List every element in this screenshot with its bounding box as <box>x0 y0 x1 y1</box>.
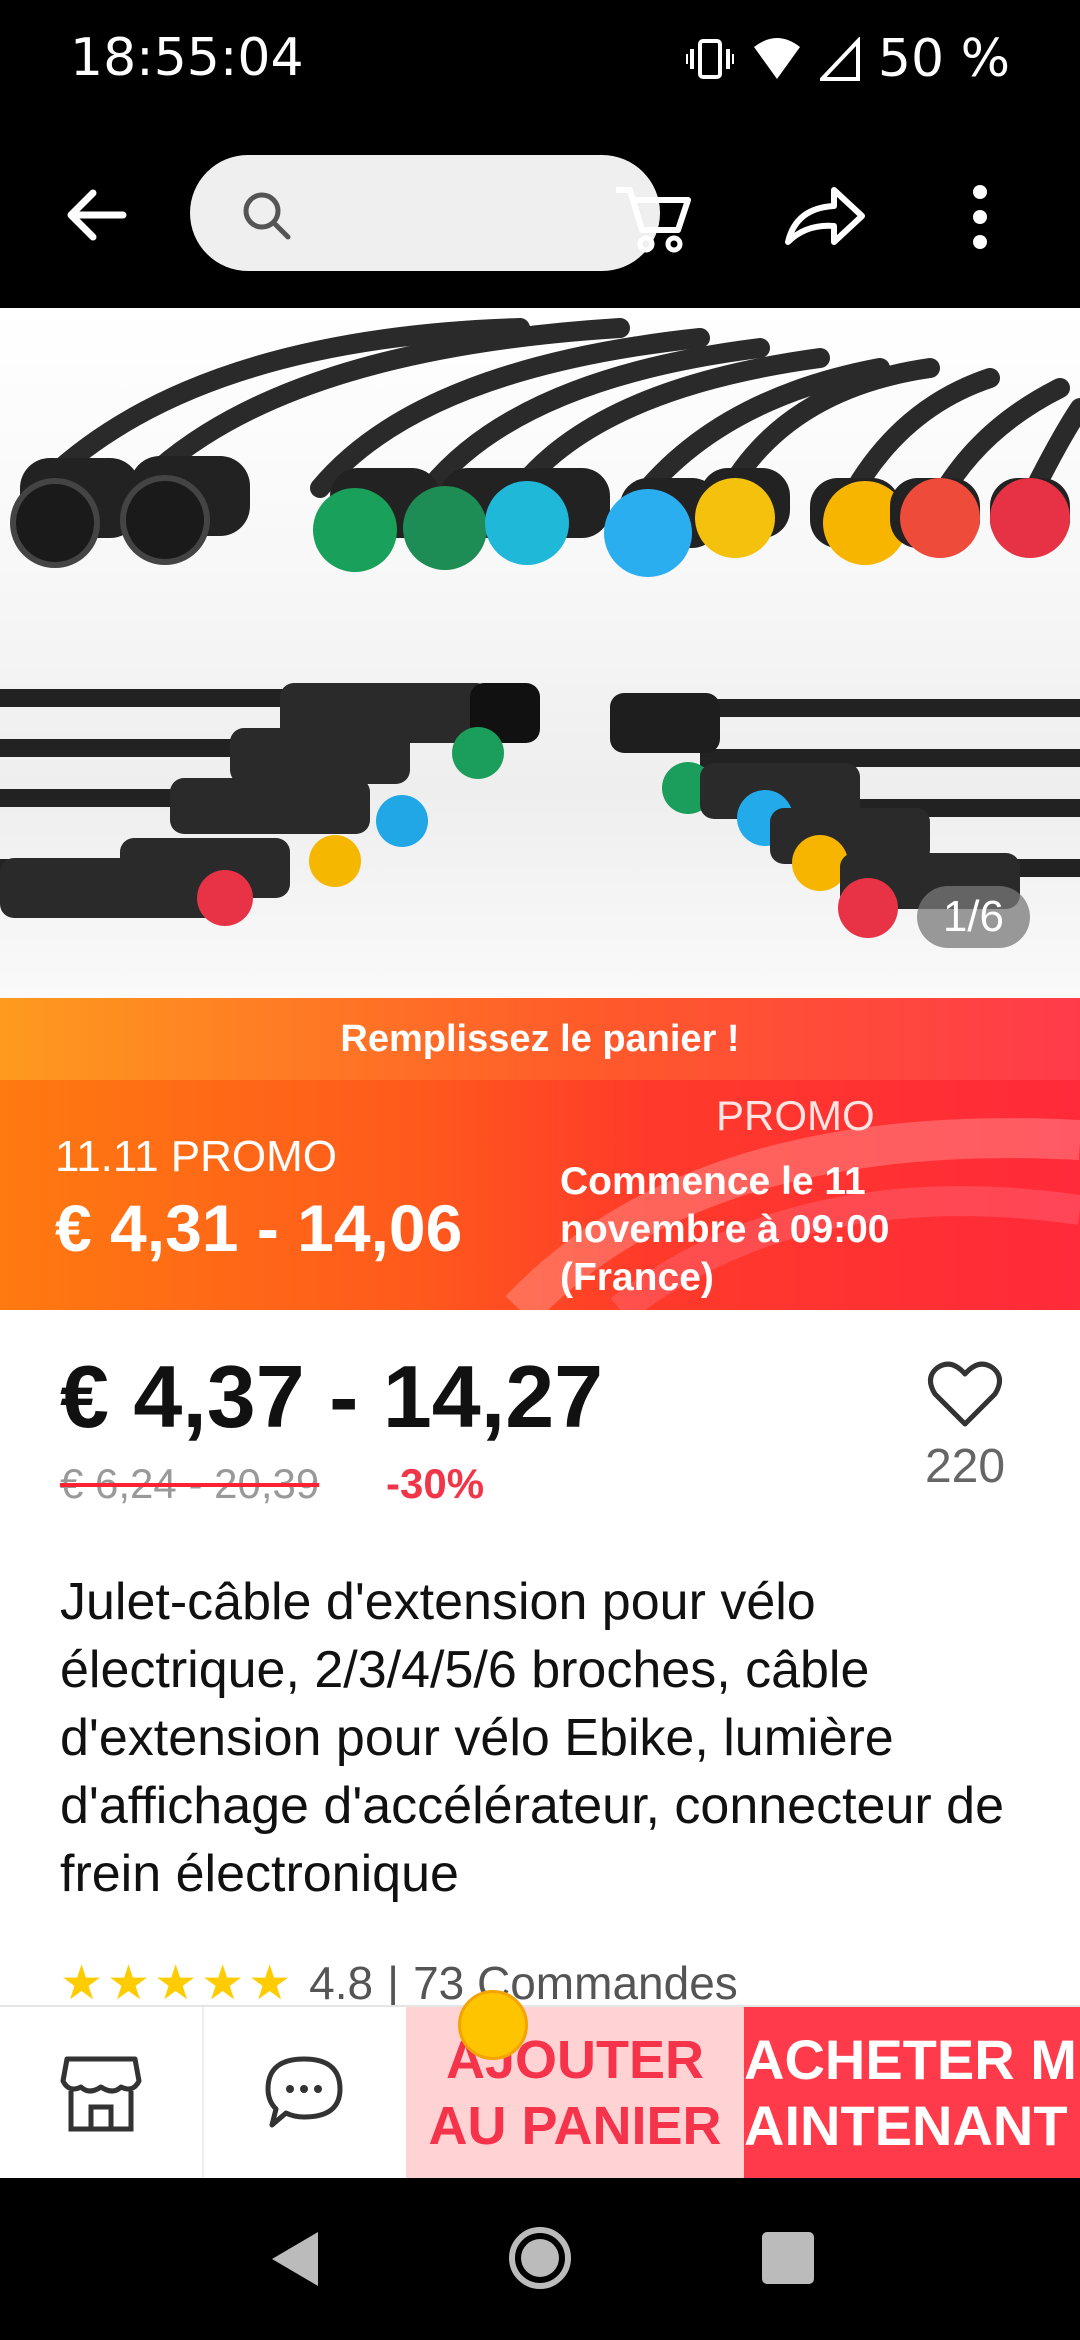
rating-value: 4.8 <box>309 1957 374 2009</box>
wishlist-button[interactable]: 220 <box>920 1360 1010 1494</box>
bottom-action-bar: AJOUTER AU PANIER ACHETER MAINTENANT <box>0 2005 1080 2179</box>
heart-icon <box>928 1361 1002 1427</box>
buy-now-button[interactable]: ACHETER MAINTENANT <box>744 2007 1080 2179</box>
cart-icon <box>616 187 691 253</box>
promo-tag: PROMO <box>716 1092 875 1139</box>
signal-icon <box>819 37 860 81</box>
add-to-cart-button[interactable]: AJOUTER AU PANIER <box>406 2007 744 2179</box>
vibrate-icon <box>685 39 734 79</box>
chat-icon <box>265 2056 343 2128</box>
discount-badge: -30% <box>386 1460 485 1507</box>
nav-recent-icon[interactable] <box>762 2232 814 2284</box>
more-vertical-icon <box>973 185 987 249</box>
wifi-icon <box>753 38 800 79</box>
system-nav-bar <box>0 2178 1080 2340</box>
search-icon <box>243 192 291 240</box>
back-arrow-icon <box>67 189 127 241</box>
product-title: Julet-câble d'extension pour vélo électr… <box>60 1573 1004 1903</box>
buy-now-label: ACHETER MAINTENANT <box>744 2028 1077 2157</box>
nav-back-icon[interactable] <box>268 2230 322 2288</box>
share-button[interactable] <box>778 172 868 262</box>
order-count: 73 Commandes <box>413 1957 738 2009</box>
share-icon <box>785 187 865 245</box>
more-options-button[interactable] <box>960 172 1040 262</box>
product-image-gallery[interactable]: 1/6 <box>0 308 1080 998</box>
status-icons: 50 % <box>685 28 1010 90</box>
promo-price: € 4,31 - 14,06 <box>55 1191 463 1265</box>
image-counter: 1/6 <box>916 886 1030 948</box>
cart-button[interactable] <box>608 172 698 262</box>
price-section: € 4,37 - 14,27 € 6,24 - 20,39 -30% 220 <box>0 1310 1080 1520</box>
promo-strip[interactable]: Remplissez le panier ! <box>0 998 1080 1080</box>
promo-banner[interactable]: 11.11 PROMO € 4,31 - 14,06 PROMO Commenc… <box>0 1080 1080 1310</box>
status-time: 18:55:04 <box>70 28 304 88</box>
original-price: € 6,24 - 20,39 <box>60 1460 320 1507</box>
current-price: € 4,37 - 14,27 <box>60 1347 604 1446</box>
store-button[interactable] <box>0 2007 204 2179</box>
promo-event-label: 11.11 PROMO <box>55 1132 338 1181</box>
top-bar <box>0 120 1080 308</box>
nav-home-icon[interactable] <box>506 2224 574 2292</box>
coin-badge-icon <box>458 1990 528 2060</box>
add-to-cart-label: AJOUTER AU PANIER <box>428 2030 722 2156</box>
status-bar: 18:55:04 50 % <box>0 0 1080 120</box>
store-icon <box>60 2056 142 2132</box>
search-input[interactable] <box>190 155 660 271</box>
wishlist-count: 220 <box>924 1440 1006 1493</box>
promo-strip-text: Remplissez le panier ! <box>340 1017 740 1060</box>
product-image <box>0 318 1080 938</box>
star-rating-icon: ★★★★★ <box>60 1957 296 2010</box>
promo-start-text: Commence le 11 novembre à 09:00 (France) <box>560 1160 890 1299</box>
back-button[interactable] <box>55 175 135 255</box>
chat-button[interactable] <box>204 2007 404 2179</box>
rating-row[interactable]: ★★★★★ 4.8 | 73 Commandes <box>60 1955 738 2011</box>
battery-percent: 50 % <box>877 29 1010 89</box>
rating-separator: | <box>387 1957 400 2009</box>
